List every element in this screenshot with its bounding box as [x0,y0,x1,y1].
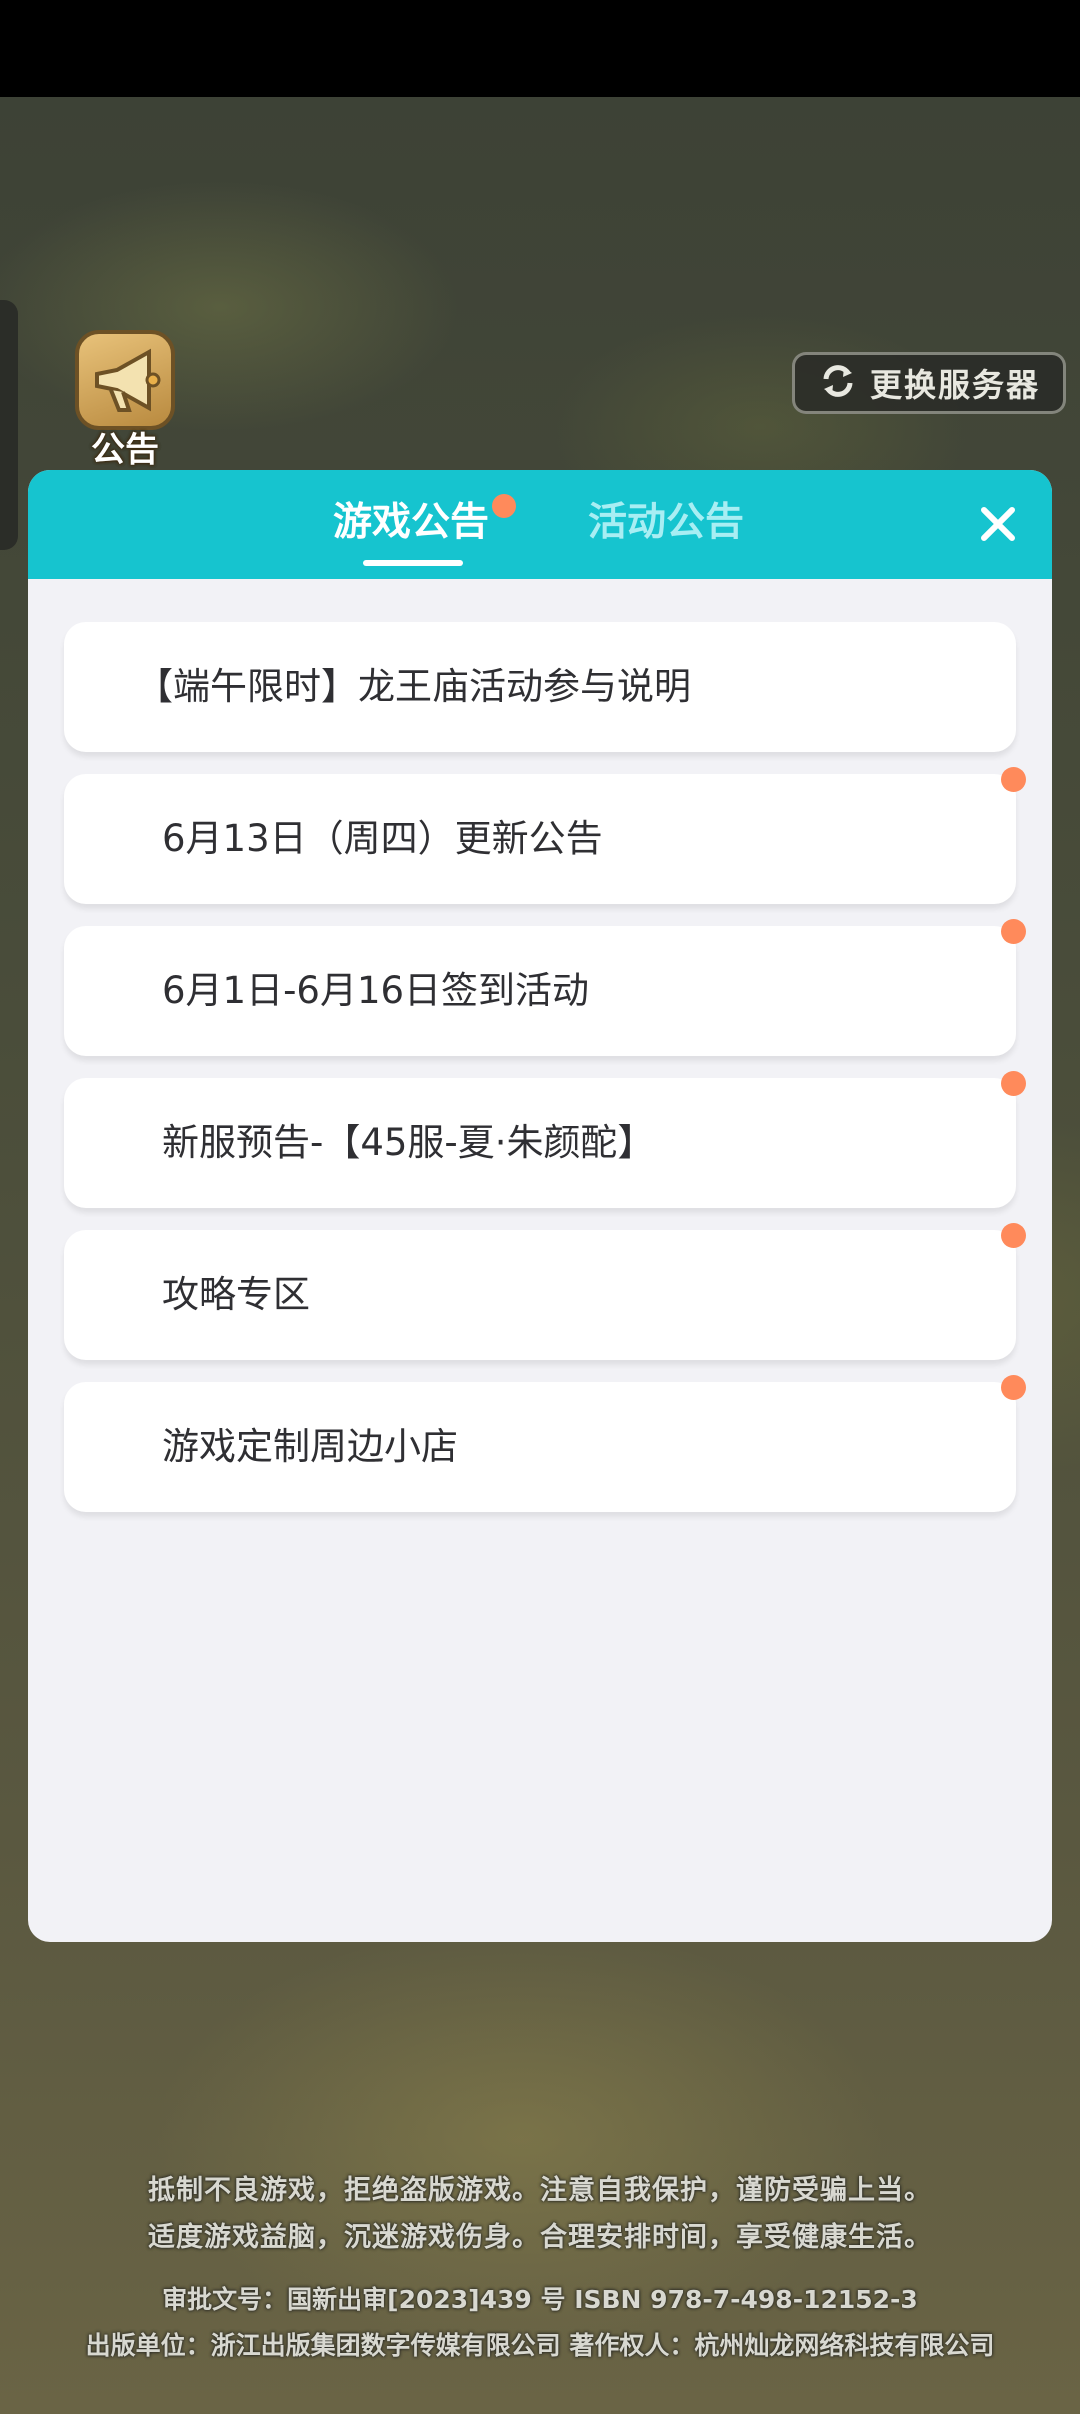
announcement-title: 游戏定制周边小店 [162,1425,458,1468]
close-icon[interactable] [974,500,1022,548]
active-tab-indicator [363,560,463,566]
announcement-item[interactable]: 【端午限时】龙王庙活动参与说明 [64,622,1016,752]
tab-game-announcements[interactable]: 游戏公告 [333,498,489,548]
announcement-item[interactable]: 新服预告-【45服-夏·朱颜酡】 [64,1078,1016,1208]
health-notice-line-2: 适度游戏益脑，沉迷游戏伤身。合理安排时间，享受健康生活。 [148,2222,932,2253]
switch-server-label: 更换服务器 [869,366,1040,404]
health-notice-line-1: 抵制不良游戏，拒绝盗版游戏。注意自我保护，谨防受骗上当。 [148,2175,932,2206]
tab-event-announcements[interactable]: 活动公告 [588,498,744,548]
announcement-dialog: 游戏公告 活动公告 【端午限时】龙王庙活动参与说明 6月13日（周四）更新公告 … [28,470,1052,1942]
unread-dot [1001,1223,1026,1248]
unread-dot [1001,1071,1026,1096]
announcement-item[interactable]: 游戏定制周边小店 [64,1382,1016,1512]
side-drawer-handle[interactable] [0,300,18,550]
dialog-header: 游戏公告 活动公告 [28,470,1052,579]
announcement-item[interactable]: 6月13日（周四）更新公告 [64,774,1016,904]
status-bar [0,0,1080,97]
announcement-title: 【端午限时】龙王庙活动参与说明 [136,665,691,708]
announcement-title: 6月13日（周四）更新公告 [162,817,603,860]
announcement-title: 6月1日-6月16日签到活动 [162,969,590,1012]
unread-dot [1001,767,1026,792]
announcement-item[interactable]: 6月1日-6月16日签到活动 [64,926,1016,1056]
unread-dot [492,494,516,518]
announcement-title: 新服预告-【45服-夏·朱颜酡】 [162,1121,655,1164]
approval-number: 审批文号：国新出审[2023]439 号 ISBN 978-7-498-1215… [162,2285,918,2314]
announcement-title: 攻略专区 [162,1273,310,1316]
notice-button[interactable]: 公告 [60,330,190,470]
unread-dot [1001,919,1026,944]
megaphone-icon [75,330,175,430]
notice-label: 公告 [91,430,159,470]
refresh-icon [818,361,858,405]
unread-dot [1001,1375,1026,1400]
publisher-info: 出版单位：浙江出版集团数字传媒有限公司 著作权人：杭州灿龙网络科技有限公司 [85,2331,995,2360]
announcement-item[interactable]: 攻略专区 [64,1230,1016,1360]
switch-server-button[interactable]: 更换服务器 [792,352,1066,414]
